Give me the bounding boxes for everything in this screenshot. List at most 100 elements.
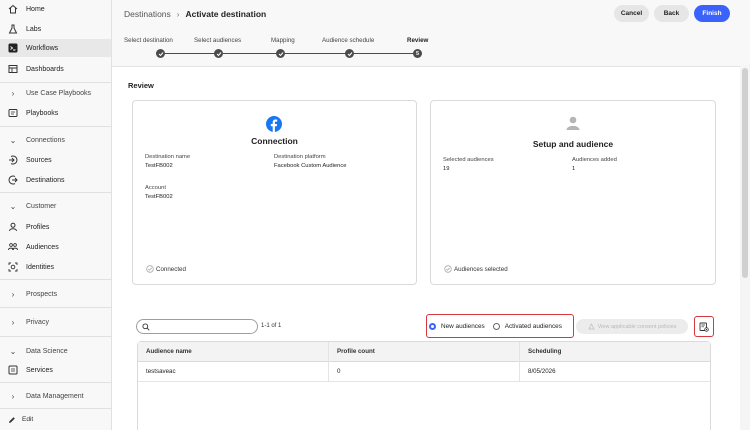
column-header-profile-count[interactable]: Profile count	[337, 348, 375, 355]
edit-button[interactable]: Edit	[0, 408, 111, 430]
radio-selected-icon	[429, 322, 436, 330]
home-icon	[8, 4, 18, 14]
sidebar-item-profiles[interactable]: Profiles	[0, 218, 111, 236]
divider	[0, 382, 111, 383]
dashboards-icon	[8, 64, 18, 74]
sidebar-item-label: Workflows	[26, 44, 59, 52]
sidebar-item-destinations[interactable]: Destinations	[0, 171, 111, 189]
sources-icon	[8, 155, 18, 165]
sidebar-item-label: Services	[26, 366, 53, 374]
sidebar-item-label: Customer	[26, 202, 57, 210]
divider	[0, 192, 111, 193]
step-current-number: 5	[413, 49, 422, 58]
facebook-icon	[266, 116, 282, 132]
sidebar-section-customer[interactable]: ⌄ Customer	[0, 197, 111, 215]
check-circle-icon	[146, 265, 154, 273]
stepper-connector	[223, 53, 277, 54]
sidebar-section-use-case-playbooks[interactable]: › Use Case Playbooks	[0, 84, 111, 102]
sidebar-item-label: Playbooks	[26, 109, 59, 117]
audiences-added-label: Audiences added	[572, 157, 617, 163]
stepper-connector	[165, 53, 215, 54]
sidebar-item-label: Connections	[26, 136, 65, 144]
step-label-select-destination: Select destination	[124, 37, 173, 44]
column-settings-button[interactable]	[694, 316, 714, 337]
step-label-audience-schedule: Audience schedule	[322, 37, 375, 44]
selected-audiences-value: 19	[443, 166, 450, 172]
sidebar-item-label: Home	[26, 5, 45, 13]
step-label-review: Review	[407, 37, 429, 44]
sidebar-item-playbooks[interactable]: Playbooks	[0, 104, 111, 122]
review-panel: Review Connection Destination name TestF…	[112, 66, 740, 430]
sidebar-item-home[interactable]: Home	[0, 0, 111, 18]
pencil-icon	[9, 416, 15, 423]
radio-unselected-icon	[492, 322, 500, 330]
setup-audience-card-title: Setup and audience	[532, 139, 614, 149]
table-header: Audience name Profile count Scheduling	[138, 342, 710, 362]
cancel-button[interactable]: Cancel	[614, 5, 649, 22]
sidebar-item-label: Destinations	[26, 176, 65, 184]
stepper-connector	[285, 53, 346, 54]
scrollbar-thumb[interactable]	[742, 68, 748, 278]
sidebar-item-label: Identities	[26, 263, 55, 271]
search-input[interactable]	[136, 319, 258, 334]
user-icon	[566, 116, 580, 130]
radio-activated-audiences[interactable]: Activated audiences	[492, 322, 562, 330]
identities-icon	[8, 262, 18, 272]
view-consent-policies-button[interactable]: View applicable consent policies	[576, 319, 688, 334]
destinations-icon	[8, 175, 18, 185]
review-heading: Review	[128, 81, 154, 90]
back-button[interactable]: Back	[654, 5, 689, 22]
playbooks-icon	[8, 108, 18, 118]
sidebar-item-workflows[interactable]: Workflows	[0, 39, 111, 57]
column-settings-icon	[699, 322, 709, 332]
chevron-right-icon: ›	[11, 88, 15, 98]
sidebar-item-services[interactable]: Services	[0, 361, 111, 379]
sidebar-section-connections[interactable]: ⌄ Connections	[0, 131, 111, 149]
connection-status: Connected	[146, 265, 186, 273]
radio-new-audiences-label: New audiences	[441, 322, 485, 330]
sidebar-item-labs[interactable]: Labs	[0, 20, 111, 38]
sidebar-item-identities[interactable]: Identities	[0, 258, 111, 276]
destination-platform-value: Facebook Custom Audience	[274, 163, 347, 169]
step-label-select-audiences: Select audiences	[194, 37, 242, 44]
audience-filter-radio-group: New audiences Activated audiences	[426, 314, 574, 338]
main-scrollbar[interactable]	[740, 66, 750, 430]
table-row[interactable]: testsaveac 0 8/05/2026	[138, 362, 710, 382]
sidebar-item-label: Labs	[26, 25, 42, 33]
selected-audiences-label: Selected audiences	[443, 157, 494, 163]
sidebar-section-prospects[interactable]: › Prospects	[0, 285, 111, 303]
breadcrumb-destinations-link[interactable]: Destinations	[124, 9, 171, 19]
breadcrumb-separator-icon: ›	[176, 9, 180, 19]
sidebar-section-data-management[interactable]: › Data Management	[0, 387, 111, 405]
audiences-added-value: 1	[572, 166, 576, 172]
column-header-scheduling[interactable]: Scheduling	[528, 348, 561, 355]
services-icon	[8, 365, 18, 375]
cell-scheduling[interactable]: 8/05/2026	[528, 368, 556, 375]
step-complete-check-icon	[276, 49, 285, 58]
chevron-down-icon: ⌄	[9, 201, 17, 211]
sidebar-item-audiences[interactable]: Audiences	[0, 238, 111, 256]
chevron-down-icon: ⌄	[9, 346, 17, 356]
sidebar-item-label: Data Management	[26, 392, 84, 400]
divider	[0, 126, 111, 127]
page-header: Destinations › Activate destination Canc…	[112, 0, 750, 66]
stepper-connector	[354, 53, 413, 54]
column-header-audience-name[interactable]: Audience name	[146, 348, 192, 355]
check-circle-icon	[444, 265, 452, 273]
destination-name-label: Destination name	[145, 154, 191, 160]
step-complete-check-icon	[345, 49, 354, 58]
sidebar-section-data-science[interactable]: ⌄ Data Science	[0, 342, 111, 360]
finish-button[interactable]: Finish	[694, 5, 730, 22]
policy-icon	[588, 323, 595, 330]
divider	[0, 336, 111, 337]
radio-new-audiences[interactable]: New audiences	[429, 322, 485, 330]
sidebar-section-privacy[interactable]: › Privacy	[0, 313, 111, 331]
sidebar-item-sources[interactable]: Sources	[0, 151, 111, 169]
search-icon	[142, 322, 150, 331]
radio-activated-audiences-label: Activated audiences	[504, 322, 562, 330]
chevron-right-icon: ›	[11, 391, 15, 401]
divider	[0, 82, 111, 83]
cell-profile-count: 0	[337, 368, 341, 375]
sidebar-item-label: Privacy	[26, 318, 49, 326]
sidebar-item-dashboards[interactable]: Dashboards	[0, 60, 111, 78]
